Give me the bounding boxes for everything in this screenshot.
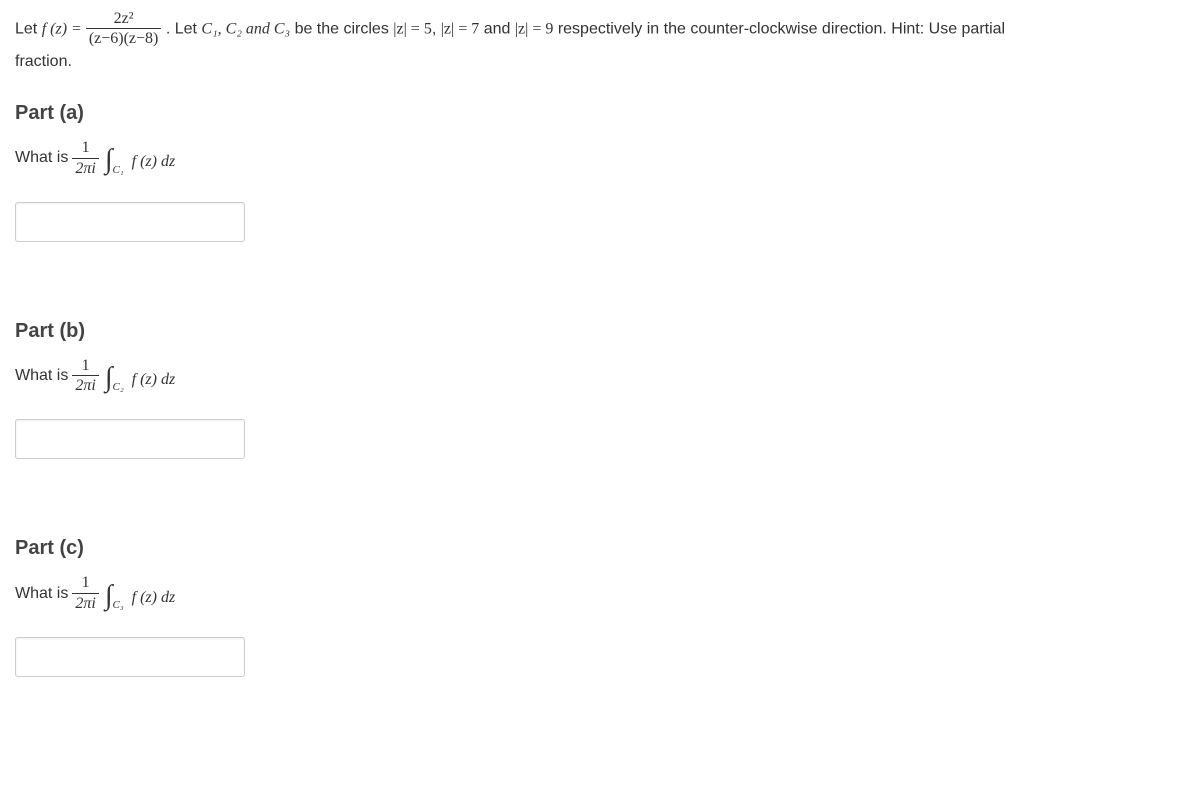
respectively: respectively in the counter-clockwise di… (558, 21, 1005, 38)
part-b-coeff-num: 1 (72, 357, 98, 376)
part-b-coeff: 1 2πi (72, 357, 98, 396)
part-b-question: What is 1 2πi ∫C₂ f (z) dz (15, 357, 1185, 396)
part-b-integral: ∫C₂ f (z) dz (105, 360, 175, 392)
intro-let: Let (15, 21, 42, 38)
part-a-coeff-num: 1 (72, 139, 98, 158)
part-b-heading: Part (b) (15, 320, 1185, 343)
part-c-question: What is 1 2πi ∫C₃ f (z) dz (15, 574, 1185, 613)
part-c-coeff: 1 2πi (72, 574, 98, 613)
z7: |z| = 7 (441, 21, 480, 38)
part-a-question: What is 1 2πi ∫C₁ f (z) dz (15, 139, 1185, 178)
part-c-coeff-num: 1 (72, 574, 98, 593)
part-c-integral: ∫C₃ f (z) dz (105, 578, 175, 610)
part-b-answer-input[interactable] (15, 419, 245, 459)
z5: |z| = 5 (393, 21, 432, 38)
fz-fraction: 2z² (z−6)(z−8) (86, 10, 162, 49)
part-b-integrand: f (z) dz (132, 371, 176, 388)
c-list: C₁, C₂ and C₃ (201, 21, 290, 38)
part-b-coeff-den: 2πi (72, 376, 98, 395)
part-b-whatis: What is (15, 367, 68, 385)
z9: |z| = 9 (515, 21, 554, 38)
part-c-answer-input[interactable] (15, 637, 245, 677)
part-a-heading: Part (a) (15, 102, 1185, 125)
part-a-coeff-den: 2πi (72, 159, 98, 178)
part-a-whatis: What is (15, 149, 68, 167)
be-circles: be the circles (295, 21, 394, 38)
part-a-int-sub: C₁ (112, 164, 123, 176)
part-a-coeff: 1 2πi (72, 139, 98, 178)
part-a-integrand: f (z) dz (132, 153, 176, 170)
part-c-heading: Part (c) (15, 537, 1185, 560)
part-b-int-sub: C₂ (112, 381, 123, 393)
comma1: , (432, 21, 441, 38)
part-a-answer-input[interactable] (15, 202, 245, 242)
part-c-whatis: What is (15, 585, 68, 603)
part-c-integrand: f (z) dz (132, 589, 176, 606)
intro-letcircles: . Let (166, 21, 202, 38)
fz-frac-num: 2z² (86, 10, 162, 29)
part-c-coeff-den: 2πi (72, 594, 98, 613)
fz-frac-den: (z−6)(z−8) (86, 29, 162, 48)
problem-intro: Let f (z) = 2z² (z−6)(z−8) . Let C₁, C₂ … (15, 10, 1185, 74)
fz-eq: f (z) = (42, 21, 86, 38)
part-c-int-sub: C₃ (112, 599, 123, 611)
fraction-line: fraction. (15, 53, 72, 70)
part-a-integral: ∫C₁ f (z) dz (105, 142, 175, 174)
and-text: and (484, 21, 515, 38)
